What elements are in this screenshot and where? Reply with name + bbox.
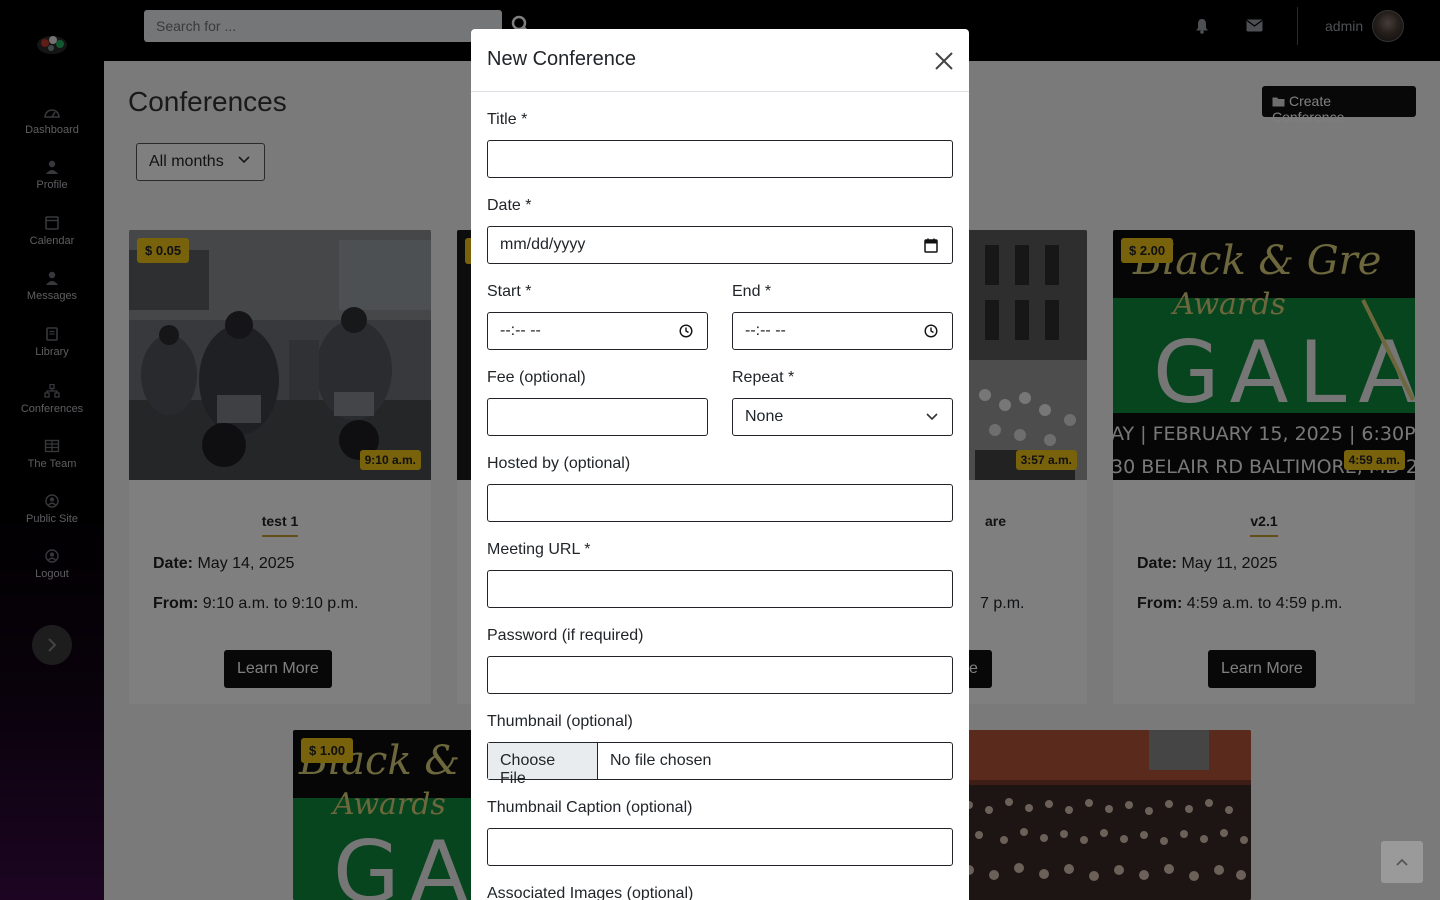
- hosted-by-label: Hosted by (optional): [487, 455, 631, 472]
- date-label: Date *: [487, 197, 532, 214]
- start-label: Start *: [487, 283, 532, 300]
- thumbnail-file-input[interactable]: Choose File No file chosen: [487, 742, 953, 787]
- fee-input[interactable]: [487, 398, 708, 436]
- hosted-by-input[interactable]: [487, 484, 953, 522]
- clock-icon[interactable]: [679, 324, 693, 338]
- password-label: Password (if required): [487, 627, 644, 644]
- modal-title: New Conference: [487, 48, 636, 70]
- meeting-url-label: Meeting URL *: [487, 541, 591, 558]
- repeat-label: Repeat *: [732, 369, 795, 386]
- date-input[interactable]: mm/dd/yyyy: [487, 226, 953, 264]
- modal-header: New Conference: [471, 29, 969, 92]
- title-label: Title *: [487, 111, 528, 128]
- thumbnail-caption-label: Thumbnail Caption (optional): [487, 799, 693, 816]
- chevron-down-icon: [926, 413, 938, 421]
- meeting-url-input[interactable]: [487, 570, 953, 608]
- repeat-value: None: [745, 408, 784, 425]
- thumbnail-caption-input[interactable]: [487, 828, 953, 866]
- choose-file-button[interactable]: Choose File: [488, 743, 598, 787]
- fee-label: Fee (optional): [487, 369, 586, 386]
- end-time-placeholder: --:-- --: [745, 322, 786, 339]
- calendar-icon[interactable]: [924, 238, 938, 253]
- associated-images-label: Associated Images (optional): [487, 885, 694, 900]
- end-label: End *: [732, 283, 772, 300]
- scroll-to-top-button[interactable]: [1381, 841, 1423, 883]
- chevron-up-icon: [1396, 858, 1408, 866]
- date-placeholder: mm/dd/yyyy: [500, 236, 586, 253]
- repeat-select[interactable]: None: [732, 398, 953, 436]
- start-time-input[interactable]: --:-- --: [487, 312, 708, 350]
- thumbnail-label: Thumbnail (optional): [487, 713, 633, 730]
- new-conference-modal: New Conference Title * Date * mm/dd/yyyy…: [471, 29, 969, 900]
- start-time-placeholder: --:-- --: [500, 322, 541, 339]
- title-input[interactable]: [487, 140, 953, 178]
- file-name-text: No file chosen: [610, 752, 712, 769]
- password-input[interactable]: [487, 656, 953, 694]
- end-time-input[interactable]: --:-- --: [732, 312, 953, 350]
- clock-icon[interactable]: [924, 324, 938, 338]
- close-icon[interactable]: [934, 51, 954, 71]
